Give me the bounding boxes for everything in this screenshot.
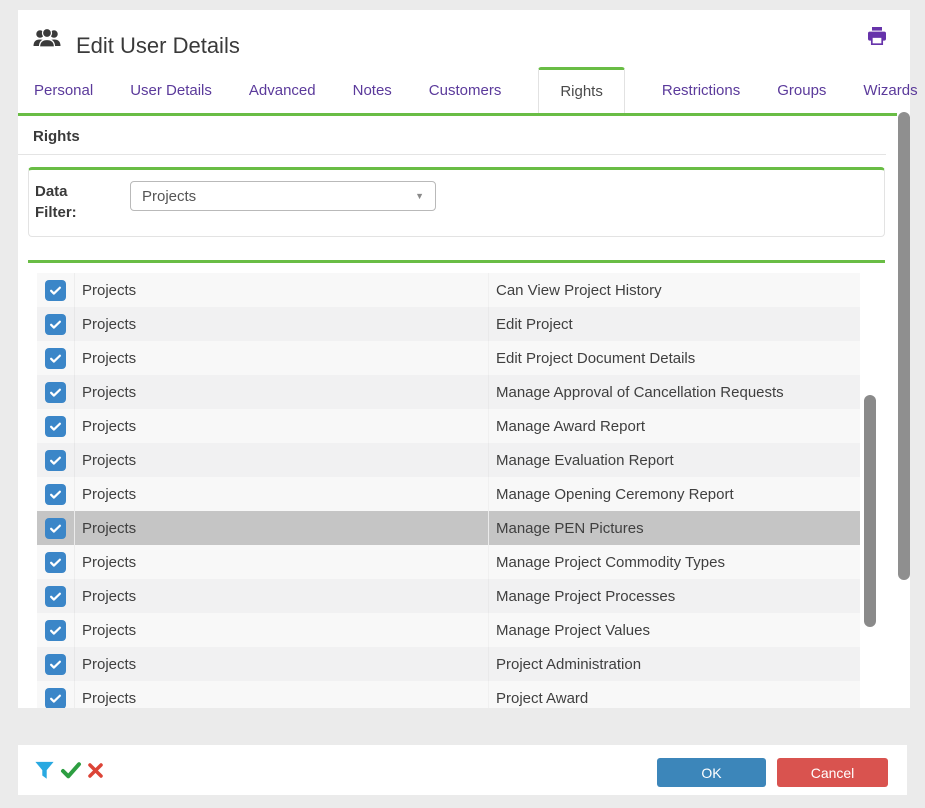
table-row[interactable]: ProjectsManage Project Commodity Types xyxy=(37,545,860,579)
row-right-label: Manage Project Processes xyxy=(489,579,860,613)
row-checkbox[interactable] xyxy=(45,654,66,675)
row-category: Projects xyxy=(75,341,489,375)
checkbox-cell xyxy=(37,579,75,613)
row-category: Projects xyxy=(75,579,489,613)
row-checkbox[interactable] xyxy=(45,586,66,607)
screen: Edit User Details Personal User Details Ad… xyxy=(0,0,925,808)
tab-wizards[interactable]: Wizards xyxy=(863,82,917,99)
checkbox-cell xyxy=(37,307,75,341)
row-checkbox[interactable] xyxy=(45,314,66,335)
row-right-label: Edit Project Document Details xyxy=(489,341,860,375)
row-right-label: Manage Evaluation Report xyxy=(489,443,860,477)
data-filter-value: Projects xyxy=(142,188,196,205)
table-row[interactable]: ProjectsProject Award xyxy=(37,681,860,708)
row-checkbox[interactable] xyxy=(45,518,66,539)
row-category: Projects xyxy=(75,307,489,341)
row-checkbox[interactable] xyxy=(45,348,66,369)
checkbox-cell xyxy=(37,511,75,545)
row-category: Projects xyxy=(75,273,489,307)
row-category: Projects xyxy=(75,545,489,579)
table-row[interactable]: ProjectsManage Opening Ceremony Report xyxy=(37,477,860,511)
table-row[interactable]: ProjectsManage Evaluation Report xyxy=(37,443,860,477)
tab-personal[interactable]: Personal xyxy=(34,82,93,99)
tab-restrictions[interactable]: Restrictions xyxy=(662,82,740,99)
checkbox-cell xyxy=(37,375,75,409)
tab-customers[interactable]: Customers xyxy=(429,82,502,99)
tab-user-details[interactable]: User Details xyxy=(130,82,212,99)
table-row[interactable]: ProjectsManage Award Report xyxy=(37,409,860,443)
row-right-label: Manage Approval of Cancellation Requests xyxy=(489,375,860,409)
table-row[interactable]: ProjectsProject Administration xyxy=(37,647,860,681)
printer-icon[interactable] xyxy=(867,27,887,50)
tab-underline xyxy=(18,113,897,116)
checkbox-cell xyxy=(37,273,75,307)
rights-grid: ProjectsCan View Project HistoryProjects… xyxy=(37,273,878,708)
data-filter-panel: Data Filter: Projects ▼ xyxy=(28,167,885,237)
row-category: Projects xyxy=(75,511,489,545)
dialog-panel: Edit User Details Personal User Details Ad… xyxy=(18,10,910,708)
row-checkbox[interactable] xyxy=(45,382,66,403)
row-checkbox[interactable] xyxy=(45,280,66,301)
row-category: Projects xyxy=(75,443,489,477)
cancel-button[interactable]: Cancel xyxy=(777,758,888,787)
table-row[interactable]: ProjectsManage Approval of Cancellation … xyxy=(37,375,860,409)
tab-groups[interactable]: Groups xyxy=(777,82,826,99)
tab-bar: Personal User Details Advanced Notes Custome… xyxy=(18,67,897,113)
tab-notes[interactable]: Notes xyxy=(353,82,392,99)
row-checkbox[interactable] xyxy=(45,552,66,573)
checkbox-cell xyxy=(37,477,75,511)
row-category: Projects xyxy=(75,409,489,443)
row-checkbox[interactable] xyxy=(45,484,66,505)
chevron-down-icon: ▼ xyxy=(415,191,424,201)
checkbox-cell xyxy=(37,681,75,708)
ok-button[interactable]: OK xyxy=(657,758,766,787)
table-row[interactable]: ProjectsManage PEN Pictures xyxy=(37,511,860,545)
row-checkbox[interactable] xyxy=(45,450,66,471)
row-category: Projects xyxy=(75,375,489,409)
grid-top-border xyxy=(28,260,885,263)
divider xyxy=(18,154,886,155)
footer-icons xyxy=(33,758,105,782)
row-checkbox[interactable] xyxy=(45,688,66,709)
tab-advanced[interactable]: Advanced xyxy=(249,82,316,99)
checkbox-cell xyxy=(37,341,75,375)
row-checkbox[interactable] xyxy=(45,416,66,437)
table-row[interactable]: ProjectsCan View Project History xyxy=(37,273,860,307)
table-row[interactable]: ProjectsManage Project Processes xyxy=(37,579,860,613)
users-icon xyxy=(33,28,61,54)
row-right-label: Project Award xyxy=(489,681,860,708)
table-row[interactable]: ProjectsEdit Project Document Details xyxy=(37,341,860,375)
row-category: Projects xyxy=(75,647,489,681)
checkbox-cell xyxy=(37,613,75,647)
row-right-label: Manage Project Commodity Types xyxy=(489,545,860,579)
row-right-label: Edit Project xyxy=(489,307,860,341)
checkbox-cell xyxy=(37,647,75,681)
footer-bar: OK Cancel xyxy=(18,745,907,795)
page-title: Edit User Details xyxy=(76,33,240,59)
row-checkbox[interactable] xyxy=(45,620,66,641)
page-scrollbar-thumb[interactable] xyxy=(898,112,910,580)
grid-scrollbar-thumb[interactable] xyxy=(864,395,876,627)
data-filter-label: Data Filter: xyxy=(35,181,99,223)
data-filter-dropdown[interactable]: Projects ▼ xyxy=(130,181,436,211)
row-category: Projects xyxy=(75,477,489,511)
section-title: Rights xyxy=(33,128,80,145)
row-right-label: Manage PEN Pictures xyxy=(489,511,860,545)
checkbox-cell xyxy=(37,409,75,443)
checkbox-cell xyxy=(37,443,75,477)
reject-icon[interactable] xyxy=(86,761,105,780)
checkbox-cell xyxy=(37,545,75,579)
row-right-label: Project Administration xyxy=(489,647,860,681)
table-row[interactable]: ProjectsManage Project Values xyxy=(37,613,860,647)
tab-rights[interactable]: Rights xyxy=(538,67,625,113)
table-row[interactable]: ProjectsEdit Project xyxy=(37,307,860,341)
filter-icon[interactable] xyxy=(33,759,56,782)
row-right-label: Manage Award Report xyxy=(489,409,860,443)
row-right-label: Can View Project History xyxy=(489,273,860,307)
row-category: Projects xyxy=(75,681,489,708)
accept-icon[interactable] xyxy=(59,758,83,782)
row-right-label: Manage Project Values xyxy=(489,613,860,647)
row-category: Projects xyxy=(75,613,489,647)
row-right-label: Manage Opening Ceremony Report xyxy=(489,477,860,511)
